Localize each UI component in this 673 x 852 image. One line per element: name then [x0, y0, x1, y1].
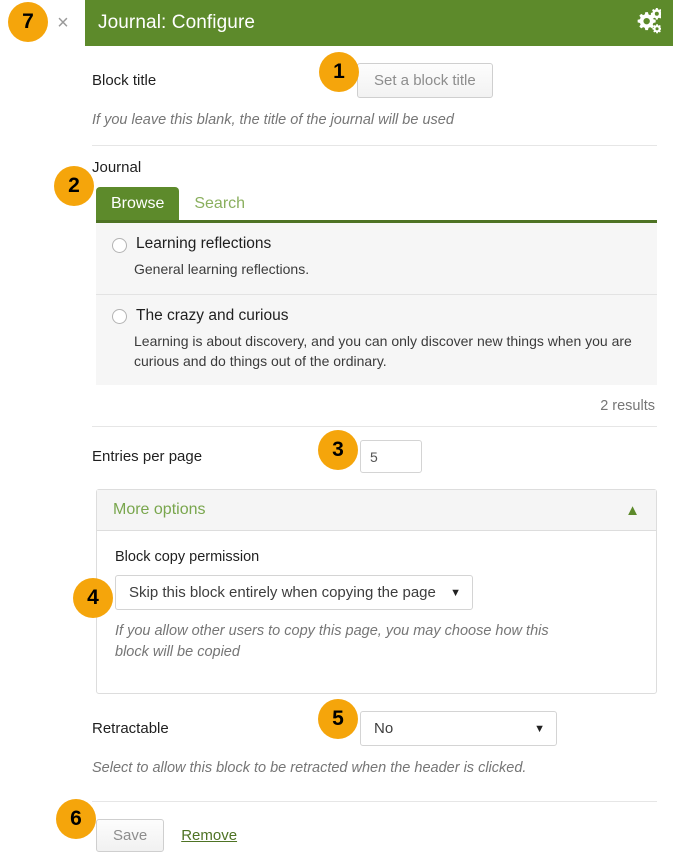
list-item-title: The crazy and curious — [136, 306, 289, 324]
block-copy-permission-label: Block copy permission — [115, 549, 260, 566]
retractable-select[interactable]: No ▼ — [360, 711, 557, 747]
cogs-icon — [633, 7, 663, 39]
callout-badge-4: 4 — [73, 578, 113, 618]
callout-badge-3: 3 — [318, 430, 358, 470]
list-item-description: General learning reflections. — [134, 261, 310, 278]
remove-link[interactable]: Remove — [181, 827, 237, 844]
chevron-down-icon: ▼ — [534, 722, 545, 735]
save-button[interactable]: Save — [96, 819, 165, 852]
results-count: 2 results — [600, 398, 655, 415]
list-item[interactable]: The crazy and curious Learning is about … — [96, 293, 657, 386]
block-title-help: If you leave this blank, the title of th… — [92, 112, 454, 128]
set-block-title-button[interactable]: Set a block title — [357, 62, 493, 98]
block-title-label: Block title — [92, 71, 157, 89]
more-options-header[interactable]: More options ▲ — [97, 490, 656, 532]
more-options-title: More options — [113, 501, 206, 519]
dialog-header: Journal: Configure — [85, 0, 673, 46]
more-options-panel: More options ▲ Block copy permission Ski… — [96, 489, 657, 695]
chevron-up-icon[interactable]: ▲ — [625, 503, 640, 518]
journal-tabs: Browse Search — [0, 176, 673, 221]
close-icon: × — [57, 12, 69, 34]
more-options-body: Block copy permission Skip this block en… — [97, 531, 656, 693]
retractable-value: No — [374, 720, 394, 738]
settings-button[interactable] — [633, 7, 673, 39]
callout-badge-6: 6 — [56, 799, 96, 839]
chevron-down-icon: ▼ — [450, 586, 461, 599]
retractable-help: Select to allow this block to be retract… — [92, 760, 527, 777]
tab-search[interactable]: Search — [179, 187, 260, 220]
callout-badge-5: 5 — [318, 699, 358, 739]
radio-icon[interactable] — [112, 309, 127, 324]
form-actions: Save Remove — [0, 802, 673, 852]
list-item[interactable]: Learning reflections General learning re… — [96, 223, 657, 293]
callout-badge-1: 1 — [319, 52, 359, 92]
list-item-description: Learning is about discovery, and you can… — [134, 332, 632, 369]
block-copy-permission-value: Skip this block entirely when copying th… — [129, 584, 436, 602]
tab-browse[interactable]: Browse — [96, 187, 180, 221]
block-copy-permission-help: If you allow other users to copy this pa… — [115, 623, 549, 661]
block-copy-permission-select[interactable]: Skip this block entirely when copying th… — [115, 575, 473, 611]
radio-icon[interactable] — [112, 237, 127, 253]
entries-per-page-input[interactable] — [360, 440, 422, 474]
list-item-title: Learning reflections — [136, 235, 272, 253]
journal-section-label: Journal — [92, 159, 142, 177]
journal-results-list: Learning reflections General learning re… — [96, 220, 657, 386]
callout-badge-2: 2 — [54, 166, 94, 206]
page-title: Journal: Configure — [98, 12, 256, 33]
callout-badge-7: 7 — [8, 2, 48, 42]
